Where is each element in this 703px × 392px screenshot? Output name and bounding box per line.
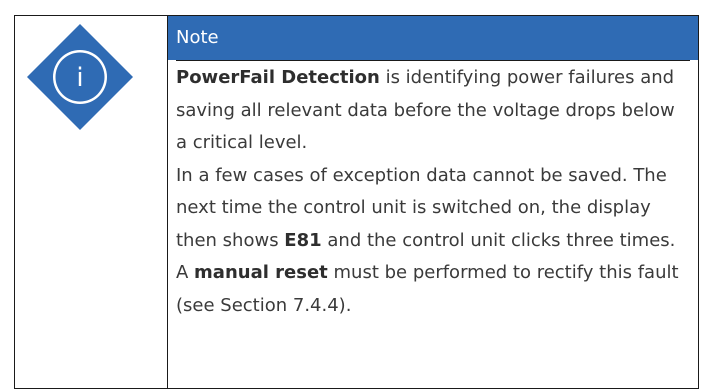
note-paragraph-1: PowerFail Detection is identifying power… <box>176 60 690 160</box>
icon-column: i <box>15 16 167 388</box>
note-box: i Note PowerFail Detection is identifyin… <box>14 15 699 389</box>
manual-reset-term: manual reset <box>194 262 328 283</box>
info-icon: i <box>27 24 133 130</box>
powerfail-detection-term: PowerFail Detection <box>176 67 380 88</box>
info-icon-letter: i <box>76 63 83 93</box>
note-content: Note PowerFail Detection is identifying … <box>167 16 698 388</box>
error-code: E81 <box>284 229 322 251</box>
note-body: PowerFail Detection is identifying power… <box>168 60 698 322</box>
note-paragraph-2: In a few cases of exception data cannot … <box>176 160 690 323</box>
note-header: Note <box>168 16 698 60</box>
